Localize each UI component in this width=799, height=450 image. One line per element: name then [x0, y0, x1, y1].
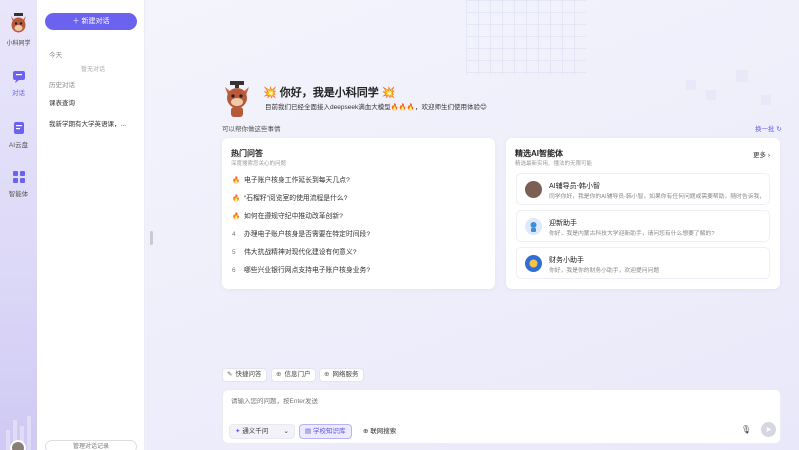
agent-name: 迎新助手 [549, 220, 577, 227]
decorative-grid [466, 0, 586, 75]
section-today: 今天 [49, 52, 62, 59]
agents-card: 精选AI智能体 精选最新实用、懂法的无限可能 更多 › AI辅导员-韩小智 同学… [506, 138, 780, 289]
chip-portal[interactable]: ⊕ 信息门户 [271, 368, 317, 382]
card-title: 精选AI智能体 [515, 149, 563, 158]
mascot-icon [225, 81, 249, 117]
agent-desc: 同学你好，我是你的AI辅导员-韩小智，如果你有任何问题或需要帮助，随时告诉我，我… [549, 194, 764, 200]
sidebar-collapse-handle[interactable] [150, 231, 153, 245]
chip-network[interactable]: ⊕ 网络服务 [319, 368, 365, 382]
chat-input[interactable] [231, 398, 751, 405]
agent-grid-icon [11, 169, 27, 185]
hot-question[interactable]: 🔥 如何在遵规守纪中推动改革创新? [232, 210, 343, 220]
card-title: 热门问答 [231, 149, 263, 158]
more-agents-link[interactable]: 更多 › [753, 149, 770, 159]
suggestions-hint: 可以帮你做这些事情 [222, 126, 281, 133]
chat-icon [11, 68, 27, 84]
section-history: 历史对话 [49, 82, 75, 89]
hero-title: 💥 你好，我是小科同学 💥 [263, 87, 396, 99]
portal-icon: ⊕ [276, 371, 282, 378]
app-rail: 小科同学 对话 AI云盘 智能体 [0, 0, 37, 450]
hot-questions-card: 热门问答 深度搜索您关心的问题 🔥 电子账户核身工作延长到每天几点? 🔥 “石榴籽”… [222, 138, 495, 289]
magic-wand-icon: ✎ [227, 371, 233, 378]
history-item[interactable]: 课表查询 [49, 97, 139, 107]
hero-subtitle: 目前我们已经全面接入deepseek满血大模型🔥🔥🔥，欢迎师生们使用体验😊 [265, 104, 487, 111]
cloud-drive-icon [11, 120, 27, 136]
rail-item-cloud[interactable]: AI云盘 [0, 120, 37, 149]
hot-question[interactable]: 🔥 电子账户核身工作延长到每天几点? [232, 174, 350, 184]
user-avatar[interactable] [10, 440, 26, 450]
rail-item-agents[interactable]: 智能体 [0, 169, 37, 198]
hot-question[interactable]: 6 哪些兴业银行网点支持电子账户核身业务? [232, 264, 370, 274]
new-chat-button[interactable]: ＋ 新建对话 [45, 13, 137, 30]
history-item[interactable]: 我新学期有大学英语课，... [49, 118, 139, 128]
agent-avatar [525, 255, 542, 272]
mascot-logo [11, 13, 26, 33]
app-name: 小科同学 [6, 41, 31, 47]
agent-avatar [525, 181, 542, 198]
manage-history-button[interactable]: 管理对话记录 [45, 440, 137, 450]
hot-question[interactable]: 🔥 “石榴籽”阅览室的使用流程是什么? [232, 192, 347, 202]
send-icon: ➤ [765, 425, 772, 434]
agent-item[interactable]: AI辅导员-韩小智 同学你好，我是你的AI辅导员-韩小智，如果你有任何问题或需要… [516, 173, 770, 205]
agent-desc: 你好，我是内蒙古科技大学迎新助手，请问您有什么想要了解的? [549, 231, 715, 237]
rank-3-icon: 🔥 [232, 213, 241, 220]
agent-item[interactable]: 财务小助手 你好，我是你的财务小助手，欢迎提问问题 [516, 247, 770, 279]
book-icon: ▤ [305, 428, 313, 435]
refresh-button[interactable]: 换一批 ↻ [755, 123, 782, 133]
microphone-icon[interactable]: 🎙 [741, 425, 751, 434]
history-sidebar: ＋ 新建对话 今天 暂无对话 历史对话 课表查询 我新学期有大学英语课，... … [37, 0, 145, 450]
rank-1-icon: 🔥 [232, 177, 241, 184]
model-select[interactable]: ✦ 通义千问 ⌄ [229, 424, 295, 439]
card-subtitle: 精选最新实用、懂法的无限可能 [515, 161, 593, 167]
agent-name: 财务小助手 [549, 257, 584, 264]
knowledge-base-toggle[interactable]: ▤ 学校知识库 [299, 424, 352, 439]
agent-item[interactable]: 迎新助手 你好，我是内蒙古科技大学迎新助手，请问您有什么想要了解的? [516, 210, 770, 242]
card-subtitle: 深度搜索您关心的问题 [231, 161, 287, 167]
agent-avatar [525, 218, 542, 235]
agent-desc: 你好，我是你的财务小助手，欢迎提问问题 [549, 268, 660, 274]
hot-question[interactable]: 5 伟大抗战精神对现代化建设有何意义? [232, 246, 357, 256]
web-search-toggle[interactable]: ⊕ 联网搜索 [357, 424, 402, 439]
send-button[interactable]: ➤ [761, 422, 776, 437]
agent-name: AI辅导员-韩小智 [549, 183, 600, 190]
chat-input-box: ✦ 通义千问 ⌄ ▤ 学校知识库 ⊕ 联网搜索 🎙 ➤ [222, 389, 781, 444]
hot-question[interactable]: 4 办理电子账户核身是否需要在特定时间段? [232, 228, 370, 238]
network-icon: ⊕ [324, 371, 330, 378]
chip-quick-qa[interactable]: ✎ 快捷问答 [222, 368, 268, 382]
rank-2-icon: 🔥 [232, 195, 241, 202]
rail-item-label: 智能体 [8, 191, 29, 198]
rail-item-chat[interactable]: 对话 [0, 68, 37, 97]
chevron-down-icon: ⌄ [283, 428, 289, 435]
rail-item-label: 对话 [12, 90, 25, 97]
rail-item-label: AI云盘 [8, 142, 29, 149]
empty-state: 暂无对话 [81, 67, 106, 73]
decorative-blocks [686, 70, 771, 105]
